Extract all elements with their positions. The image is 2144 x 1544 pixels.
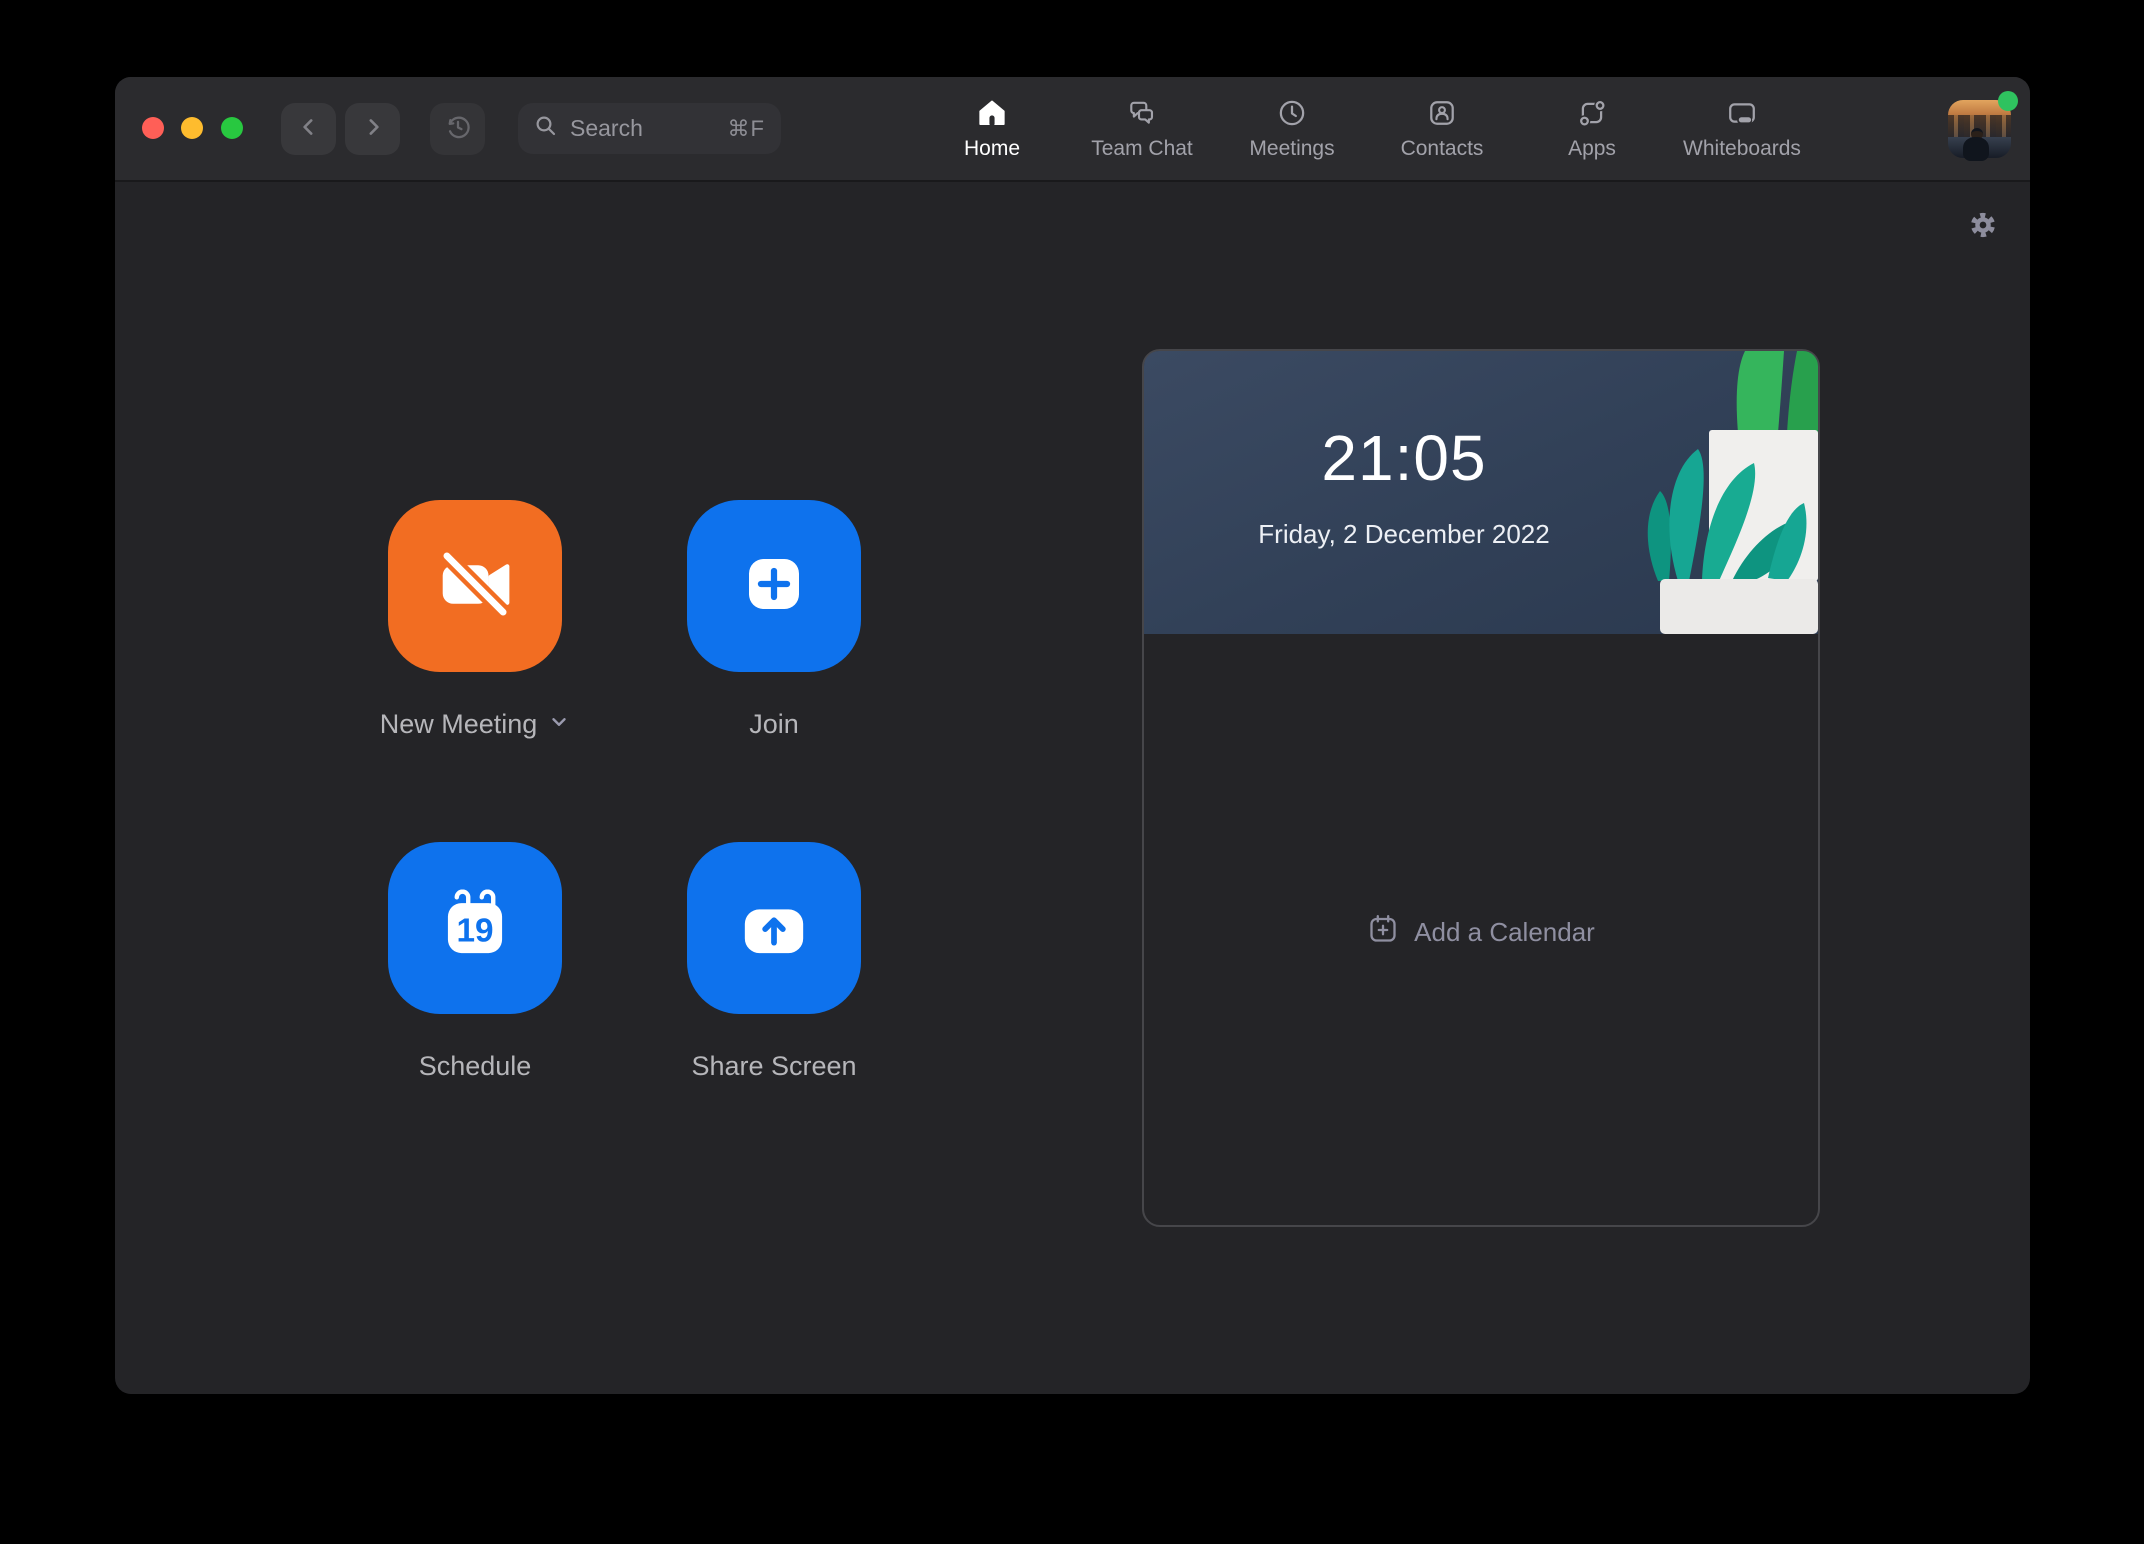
- tab-whiteboards[interactable]: Whiteboards: [1667, 77, 1817, 180]
- back-button[interactable]: [281, 103, 336, 155]
- arrow-up-icon: [724, 876, 824, 981]
- calendar-plus-icon: [1367, 913, 1399, 952]
- schedule-label: Schedule: [418, 1051, 532, 1081]
- search-placeholder: Search: [570, 115, 643, 141]
- schedule-action: 19 Schedule: [388, 842, 562, 1082]
- tab-label: Home: [963, 137, 1021, 160]
- home-icon: [977, 98, 1007, 128]
- tab-team-chat[interactable]: Team Chat: [1067, 77, 1217, 180]
- search-icon: [534, 114, 558, 144]
- tab-label: Contacts: [1400, 137, 1484, 160]
- search-shortcut: ⌘F: [727, 115, 765, 141]
- share-screen-button[interactable]: [687, 842, 861, 1014]
- search-input[interactable]: Search ⌘F: [518, 103, 781, 154]
- user-avatar[interactable]: [1948, 91, 2018, 161]
- video-camera-off-icon: [425, 534, 525, 639]
- calendar-day-number: 19: [456, 912, 493, 949]
- fullscreen-window-button[interactable]: [221, 117, 243, 139]
- chevron-right-icon: [361, 115, 385, 144]
- tab-label: Whiteboards: [1683, 137, 1801, 160]
- tab-label: Meetings: [1249, 137, 1335, 160]
- new-meeting-action: New Meeting: [380, 500, 567, 740]
- history-clock-icon: [444, 113, 472, 146]
- apps-icon: [1577, 98, 1607, 128]
- tab-apps[interactable]: Apps: [1517, 77, 1667, 180]
- share-screen-label: Share Screen: [691, 1051, 857, 1081]
- forward-button[interactable]: [345, 103, 400, 155]
- minimize-window-button[interactable]: [181, 117, 203, 139]
- calendar-panel: 21:05 Friday, 2 December 2022 Add a Cale…: [1142, 349, 1820, 1227]
- main-nav-tabs: Home Team Chat Meetings Contacts Apps Wh…: [917, 77, 1817, 180]
- tab-label: Apps: [1568, 137, 1616, 160]
- chat-bubbles-icon: [1127, 98, 1157, 128]
- new-meeting-button[interactable]: [388, 500, 562, 672]
- tab-label: Team Chat: [1091, 137, 1193, 160]
- join-action: Join: [687, 500, 861, 740]
- plus-icon: [724, 534, 824, 639]
- new-meeting-label: New Meeting: [379, 709, 538, 739]
- clock-icon: [1277, 98, 1307, 128]
- home-content: New Meeting Join 19 Schedule Share Scree…: [115, 182, 2030, 1394]
- calendar-icon: 19: [425, 876, 525, 981]
- tab-home[interactable]: Home: [917, 77, 1067, 180]
- status-online-dot: [1998, 91, 2018, 111]
- add-calendar-link[interactable]: Add a Calendar: [1144, 913, 1818, 952]
- settings-gear-icon[interactable]: [1969, 211, 1997, 239]
- chevron-left-icon: [297, 115, 321, 144]
- tab-meetings[interactable]: Meetings: [1217, 77, 1367, 180]
- join-label: Join: [749, 709, 799, 739]
- whiteboard-icon: [1727, 98, 1757, 128]
- tab-contacts[interactable]: Contacts: [1367, 77, 1517, 180]
- add-calendar-label: Add a Calendar: [1414, 917, 1595, 947]
- title-bar: Search ⌘F Home Team Chat Meetings Contac…: [115, 77, 2030, 182]
- zoom-app-window: Search ⌘F Home Team Chat Meetings Contac…: [115, 77, 2030, 1394]
- clock-panel: 21:05 Friday, 2 December 2022: [1144, 351, 1818, 634]
- share-screen-action: Share Screen: [687, 842, 861, 1082]
- chevron-down-icon[interactable]: [548, 709, 570, 740]
- contact-card-icon: [1427, 98, 1457, 128]
- close-window-button[interactable]: [142, 117, 164, 139]
- history-button[interactable]: [430, 103, 485, 155]
- join-button[interactable]: [687, 500, 861, 672]
- plant-illustration: [1586, 351, 1818, 634]
- schedule-button[interactable]: 19: [388, 842, 562, 1014]
